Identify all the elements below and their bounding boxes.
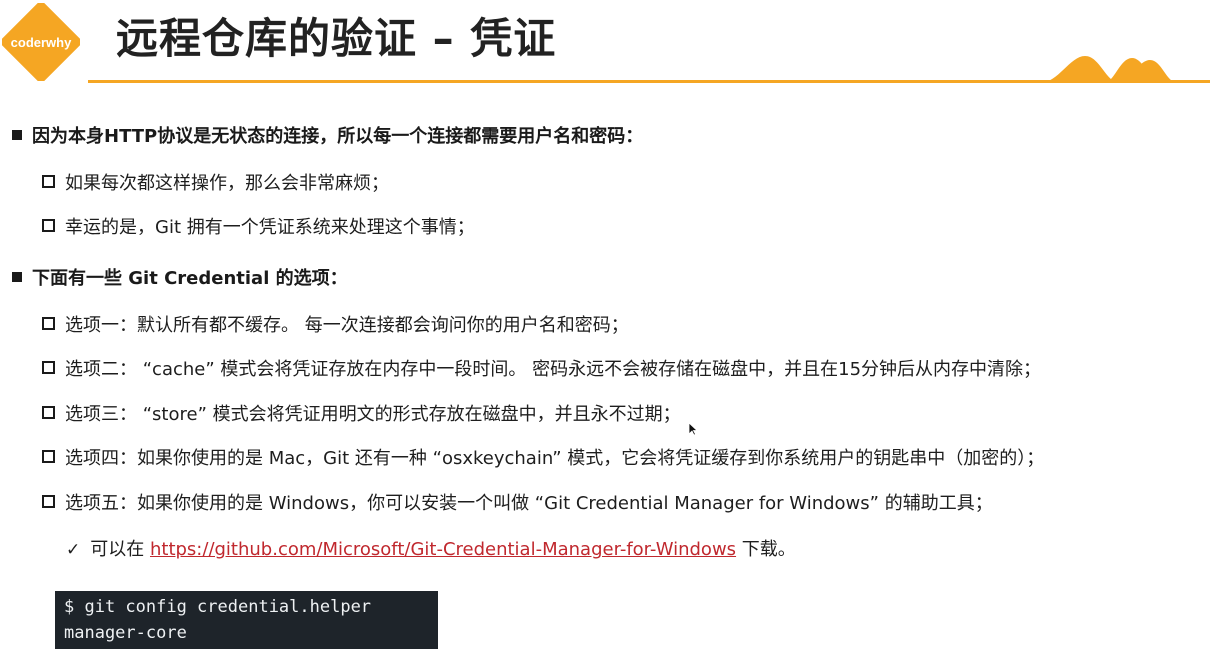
download-prefix: 可以在	[90, 539, 145, 560]
hollow-square-bullet-icon	[42, 219, 55, 232]
code-line: manager-core	[64, 623, 187, 643]
option-text: 选项三： “store” 模式会将凭证用明文的形式存放在磁盘中，并且永不过期；	[65, 404, 681, 425]
code-block: $ git config credential.helper manager-c…	[55, 591, 438, 649]
subbullet-text: 如果每次都这样操作，那么会非常麻烦；	[65, 173, 389, 194]
hollow-square-bullet-icon	[42, 495, 55, 508]
hollow-square-bullet-icon	[42, 406, 55, 419]
option-two: 选项二： “cache” 模式会将凭证存放在内存中一段时间。 密码永远不会被存储…	[42, 355, 1041, 381]
logo-text: coderwhy	[10, 34, 72, 50]
subbullet-troublesome: 如果每次都这样操作，那么会非常麻烦；	[42, 169, 389, 195]
option-four: 选项四：如果你使用的是 Mac，Git 还有一种 “osxkeychain” 模…	[42, 444, 1044, 470]
bullet-credential-options: 下面有一些 Git Credential 的选项：	[12, 264, 348, 290]
download-note: ✓ 可以在 https://github.com/Microsoft/Git-Cr…	[66, 535, 796, 561]
option-text: 选项二： “cache” 模式会将凭证存放在内存中一段时间。 密码永远不会被存储…	[65, 359, 1042, 380]
mouse-cursor-icon	[688, 422, 698, 436]
option-text: 选项一：默认所有都不缓存。 每一次连接都会询问你的用户名和密码；	[65, 315, 629, 336]
hollow-square-bullet-icon	[42, 317, 55, 330]
option-text: 选项五：如果你使用的是 Windows，你可以安装一个叫做 “Git Crede…	[65, 493, 993, 514]
subbullet-credential-system: 幸运的是，Git 拥有一个凭证系统来处理这个事情；	[42, 213, 475, 239]
coderwhy-logo: coderwhy	[2, 3, 80, 81]
subbullet-text: 幸运的是，Git 拥有一个凭证系统来处理这个事情；	[65, 217, 475, 238]
option-three: 选项三： “store” 模式会将凭证用明文的形式存放在磁盘中，并且永不过期；	[42, 400, 681, 426]
square-bullet-icon	[12, 130, 22, 140]
bullet-text: 因为本身HTTP协议是无状态的连接，所以每一个连接都需要用户名和密码：	[32, 126, 644, 147]
mountain-decoration-icon	[1040, 56, 1200, 83]
check-icon: ✓	[66, 540, 81, 560]
gcm-download-link[interactable]: https://github.com/Microsoft/Git-Credent…	[150, 539, 736, 560]
option-one: 选项一：默认所有都不缓存。 每一次连接都会询问你的用户名和密码；	[42, 311, 629, 337]
hollow-square-bullet-icon	[42, 175, 55, 188]
hollow-square-bullet-icon	[42, 450, 55, 463]
bullet-http-stateless: 因为本身HTTP协议是无状态的连接，所以每一个连接都需要用户名和密码：	[12, 122, 643, 148]
option-five: 选项五：如果你使用的是 Windows，你可以安装一个叫做 “Git Crede…	[42, 489, 993, 515]
bullet-text: 下面有一些 Git Credential 的选项：	[32, 268, 348, 289]
option-text: 选项四：如果你使用的是 Mac，Git 还有一种 “osxkeychain” 模…	[65, 448, 1045, 469]
download-suffix: 下载。	[741, 539, 796, 560]
slide-title: 远程仓库的验证 – 凭证	[116, 14, 557, 63]
square-bullet-icon	[12, 272, 22, 282]
hollow-square-bullet-icon	[42, 361, 55, 374]
code-line: $ git config credential.helper	[64, 597, 372, 617]
